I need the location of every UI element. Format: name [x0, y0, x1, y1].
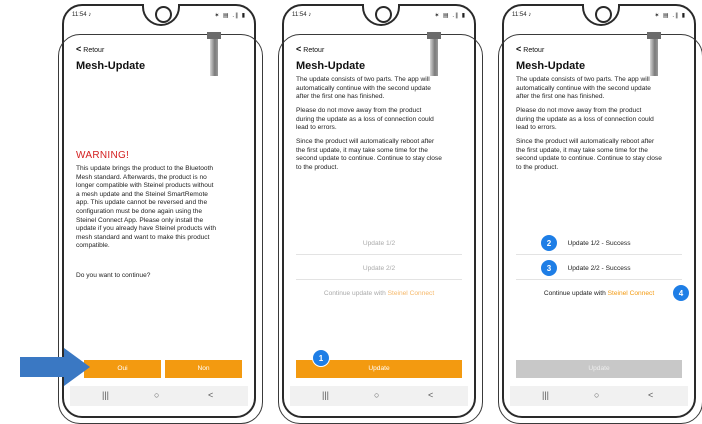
yes-button[interactable]: Oui — [84, 360, 161, 378]
recent-apps-icon[interactable]: ||| — [102, 390, 109, 400]
home-icon[interactable]: ○ — [374, 390, 379, 400]
info-paragraph-1: The update consists of two parts. The ap… — [296, 76, 431, 101]
divider — [516, 279, 682, 280]
divider — [516, 254, 682, 255]
step-badge-1: 1 — [312, 349, 330, 367]
no-button[interactable]: Non — [165, 360, 242, 378]
warning-text: This update brings the product to the Bl… — [76, 165, 217, 250]
android-nav-bar: ||| ○ < — [510, 386, 688, 406]
back-label: Retour — [83, 47, 105, 54]
step-badge-3: 3 — [540, 259, 558, 277]
pointer-arrow-icon — [20, 348, 90, 386]
page-title: Mesh-Update — [76, 60, 146, 72]
chevron-left-icon: < — [76, 44, 82, 54]
bollard-lamp-icon — [427, 32, 441, 76]
info-paragraph-3: Since the product will automatically reb… — [296, 138, 442, 171]
screen-warning: 11:54 ♪ ✶ ▤ .∥ ▮ < Retour Mesh-Update WAR… — [70, 10, 248, 406]
bollard-lamp-icon — [647, 32, 661, 76]
status-icons: ✶ ▤ .∥ ▮ — [434, 13, 466, 19]
status-time: 11:54 ♪ — [292, 12, 312, 18]
screen-update-success: 11:54 ♪ ✶ ▤ .∥ ▮ < Retour Mesh-Update The… — [510, 10, 690, 406]
steinel-connect-link[interactable]: Steinel Connect — [608, 290, 655, 297]
page-title: Mesh-Update — [296, 60, 366, 72]
bollard-lamp-icon — [207, 32, 221, 76]
back-icon[interactable]: < — [428, 390, 433, 400]
status-icons: ✶ ▤ .∥ ▮ — [214, 13, 246, 19]
phone-frame-1: 11:54 ♪ ✶ ▤ .∥ ▮ < Retour Mesh-Update WAR… — [58, 4, 263, 424]
home-icon[interactable]: ○ — [594, 390, 599, 400]
phone-frame-2: 11:54 ♪ ✶ ▤ .∥ ▮ < Retour Mesh-Update The… — [278, 4, 483, 424]
info-paragraph-1: The update consists of two parts. The ap… — [516, 76, 651, 101]
warning-title: WARNING! — [76, 150, 130, 161]
recent-apps-icon[interactable]: ||| — [542, 390, 549, 400]
continue-with-row: Continue update with Steinel Connect — [543, 290, 655, 297]
screen-update-start: 11:54 ♪ ✶ ▤ .∥ ▮ < Retour Mesh-Update The… — [290, 10, 468, 406]
steinel-connect-link[interactable]: Steinel Connect — [388, 290, 435, 297]
update-button-disabled[interactable]: Update — [516, 360, 682, 378]
back-link[interactable]: < Retour — [76, 44, 104, 54]
continue-with-row: Continue update with Steinel Connect — [323, 290, 435, 297]
chevron-left-icon: < — [516, 44, 522, 54]
home-icon[interactable]: ○ — [154, 390, 159, 400]
step-badge-4: 4 — [672, 284, 690, 302]
back-label: Retour — [303, 47, 325, 54]
info-paragraph-3: Since the product will automatically reb… — [516, 138, 662, 171]
step-badge-2: 2 — [540, 234, 558, 252]
continue-question: Do you want to continue? — [76, 272, 151, 279]
status-time: 11:54 ♪ — [72, 12, 92, 18]
recent-apps-icon[interactable]: ||| — [322, 390, 329, 400]
status-time: 11:54 ♪ — [512, 12, 532, 18]
divider — [296, 279, 462, 280]
android-nav-bar: ||| ○ < — [70, 386, 248, 406]
phone-frame-3: 11:54 ♪ ✶ ▤ .∥ ▮ < Retour Mesh-Update The… — [498, 4, 702, 424]
page-title: Mesh-Update — [516, 60, 586, 72]
back-icon[interactable]: < — [208, 390, 213, 400]
divider — [296, 254, 462, 255]
update-step-1: Update 1/2 — [362, 240, 396, 247]
chevron-left-icon: < — [296, 44, 302, 54]
back-label: Retour — [523, 47, 545, 54]
info-paragraph-2: Please do not move away from the product… — [296, 107, 434, 132]
back-link[interactable]: < Retour — [296, 44, 324, 54]
back-link[interactable]: < Retour — [516, 44, 544, 54]
android-nav-bar: ||| ○ < — [290, 386, 468, 406]
status-icons: ✶ ▤ .∥ ▮ — [654, 13, 686, 19]
update-step-2: Update 2/2 — [362, 265, 396, 272]
back-icon[interactable]: < — [648, 390, 653, 400]
info-paragraph-2: Please do not move away from the product… — [516, 107, 654, 132]
